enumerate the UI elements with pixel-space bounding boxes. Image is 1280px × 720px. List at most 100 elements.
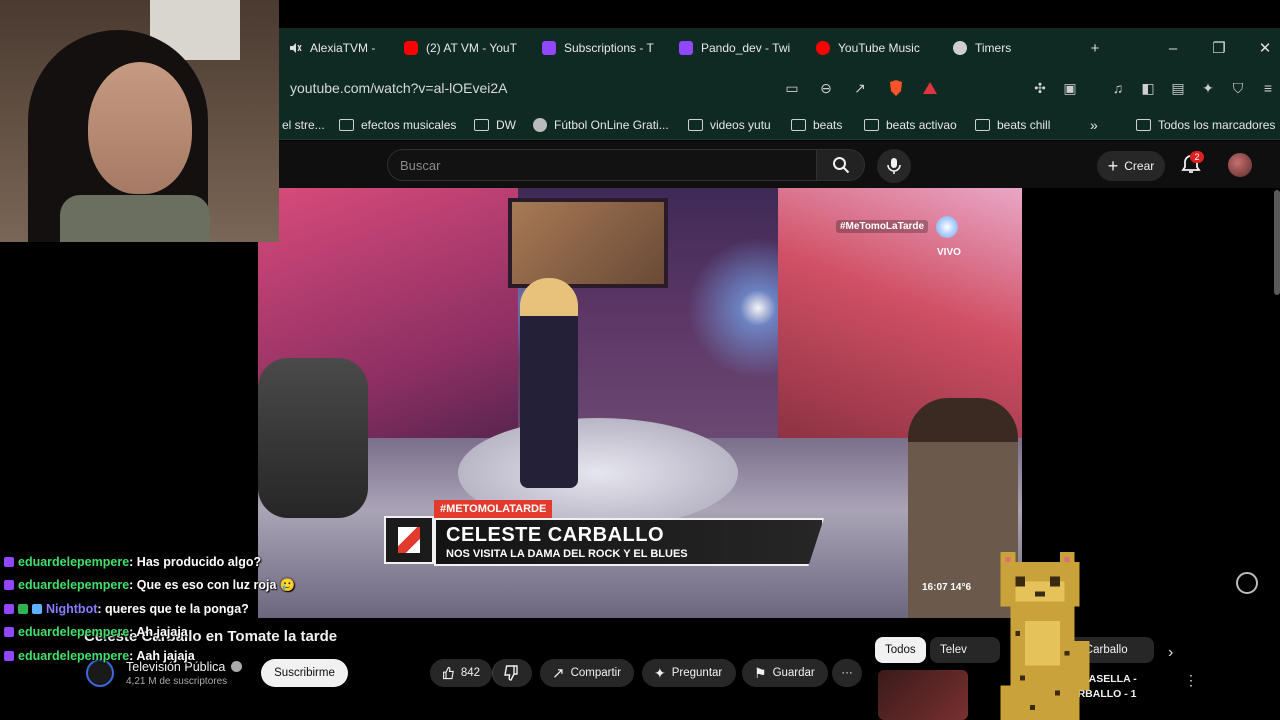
url-field[interactable]: youtube.com/watch?v=al-lOEvei2A	[290, 80, 508, 96]
share-icon: ↗	[552, 665, 565, 682]
new-tab-button[interactable]: +	[1080, 36, 1110, 60]
search-icon	[832, 157, 849, 174]
twitch-icon	[679, 41, 693, 55]
sidebar-icon[interactable]: ◧	[1138, 78, 1158, 98]
chip-todos[interactable]: Todos	[875, 637, 926, 663]
folder-icon	[791, 119, 806, 131]
live-label: VIVO	[937, 247, 961, 258]
tab-timers[interactable]: Timers	[953, 34, 1043, 62]
bookmark-el-stream[interactable]: el stre...	[282, 116, 325, 134]
tab-alexiatvm[interactable]: AlexiaTVM -	[288, 34, 388, 62]
youtube-icon	[404, 41, 418, 55]
video-player[interactable]: #MeTomoLaTarde VIVO #METOMOLATARDE CELES…	[258, 188, 1022, 618]
chat-username: eduardelepempere	[18, 578, 130, 593]
leo-ai-icon[interactable]: ✦	[1198, 78, 1218, 98]
brave-shield-icon[interactable]	[886, 78, 906, 98]
globe-icon	[533, 118, 547, 132]
account-avatar[interactable]	[1228, 153, 1252, 177]
thumbs-up-icon	[443, 666, 454, 680]
webcam-streamer-shirt	[60, 195, 210, 242]
cast-icon[interactable]: ▭	[782, 78, 802, 98]
create-label: Crear	[1124, 159, 1155, 173]
bookmarks-overflow-button[interactable]: »	[1090, 116, 1098, 134]
tab-pando-dev[interactable]: Pando_dev - Twi	[679, 34, 791, 62]
bookmark-beats-activao[interactable]: beats activao	[864, 116, 957, 134]
tab-at-vm-youtube[interactable]: (2) AT VM - YouT	[404, 34, 522, 62]
bookmark-efectos-musicales[interactable]: efectos musicales	[339, 116, 456, 134]
bookmark-icon: ⚑	[754, 664, 767, 681]
broadcast-hashtag: #MeTomoLaTarde	[836, 220, 929, 233]
extensions-icon[interactable]: ✣	[1030, 78, 1050, 98]
bookmark-dw[interactable]: DW	[474, 116, 516, 134]
video-scene-guest-left	[258, 358, 368, 518]
share-page-icon[interactable]: ↗	[850, 78, 870, 98]
tab-youtube-music[interactable]: YouTube Music	[816, 34, 934, 62]
lower-third-subtitle: NOS VISITA LA DAMA DEL ROCK Y EL BLUES	[446, 548, 688, 560]
lower-third: CELESTE CARBALLO NOS VISITA LA DAMA DEL …	[434, 518, 824, 566]
close-window-button[interactable]: ✕	[1250, 36, 1280, 60]
subscriber-badge-icon	[4, 603, 14, 614]
share-button[interactable]: ↗ Compartir	[540, 659, 634, 687]
create-button[interactable]: + Crear	[1097, 151, 1165, 181]
webcam-streamer-face	[88, 62, 192, 194]
folder-icon	[474, 119, 489, 131]
tab-label: Timers	[975, 41, 1012, 55]
more-actions-button[interactable]: ···	[832, 659, 862, 687]
search-button[interactable]	[817, 149, 865, 181]
plus-icon: +	[1107, 156, 1119, 176]
wallet-icon[interactable]: ▤	[1168, 78, 1188, 98]
menu-icon[interactable]: ≡	[1258, 78, 1278, 98]
like-button[interactable]: 842	[430, 659, 492, 687]
subscriber-badge-icon	[4, 580, 14, 591]
notifications-badge: 2	[1190, 151, 1204, 163]
recommended-thumbnail[interactable]	[878, 670, 968, 720]
search-placeholder: Buscar	[400, 158, 441, 173]
tab-label: Pando_dev - Twi	[701, 41, 791, 55]
stream-chat-overlay: eduardelepempere : Has producido algo? e…	[4, 550, 334, 668]
channel-logo-icon	[384, 516, 434, 564]
live-indicator-icon	[936, 216, 958, 238]
bookmark-beats-chill[interactable]: beats chill	[975, 116, 1050, 134]
tab-label: Subscriptions - T	[564, 41, 654, 55]
folder-icon	[339, 119, 354, 131]
restore-button[interactable]: ❐	[1204, 36, 1234, 60]
chevron-right-icon[interactable]: ›	[1168, 644, 1173, 662]
page-scrollbar[interactable]	[1274, 190, 1280, 295]
recommended-more-icon[interactable]: ⋮	[1184, 672, 1198, 689]
bookmark-futbol-online[interactable]: Fútbol OnLine Grati...	[533, 116, 669, 134]
video-scene-singer	[520, 278, 578, 488]
bookmark-beats[interactable]: beats	[791, 116, 842, 134]
ask-button[interactable]: ✦ Preguntar	[642, 659, 736, 687]
chat-username: eduardelepempere	[18, 554, 130, 569]
chat-text: : Has producido algo?	[129, 554, 262, 569]
bot-badge-icon	[32, 603, 42, 614]
search-input[interactable]: Buscar	[387, 149, 817, 181]
chat-message: eduardelepempere : Que es eso con luz ro…	[4, 574, 334, 598]
youtube-music-icon	[816, 41, 830, 55]
muted-speaker-icon	[288, 41, 302, 55]
twitch-icon	[542, 41, 556, 55]
chat-message: eduardelepempere : Ah jajaja	[4, 621, 334, 645]
subscriber-badge-icon	[4, 650, 14, 661]
save-button[interactable]: ⚑ Guardar	[742, 659, 828, 687]
chat-text: : queres que te la ponga?	[97, 601, 249, 616]
subscriber-badge-icon	[4, 556, 14, 567]
reader-icon[interactable]: ▣	[1060, 78, 1080, 98]
zoom-icon[interactable]: ⊖	[816, 78, 836, 98]
save-label: Guardar	[772, 667, 815, 679]
thumbs-down-icon	[504, 665, 518, 681]
bookmark-videos-yutu[interactable]: videos yutu	[688, 116, 771, 134]
pixel-cat-overlay	[1000, 551, 1090, 720]
broadcast-clock: 16:07 14°6	[922, 582, 972, 593]
miniplayer-icon[interactable]	[1236, 572, 1258, 594]
brave-rewards-icon[interactable]	[920, 78, 940, 98]
dislike-button[interactable]	[492, 659, 532, 687]
vpn-shield-icon[interactable]: ⛉	[1228, 78, 1248, 98]
minimize-button[interactable]: –	[1158, 36, 1188, 60]
all-bookmarks-folder[interactable]: Todos los marcadores	[1136, 116, 1275, 134]
share-label: Compartir	[570, 667, 622, 679]
voice-search-button[interactable]	[877, 149, 911, 183]
tab-subscriptions[interactable]: Subscriptions - T	[542, 34, 654, 62]
music-note-icon[interactable]: ♫	[1108, 78, 1128, 98]
sparkle-icon: ✦	[654, 664, 666, 681]
